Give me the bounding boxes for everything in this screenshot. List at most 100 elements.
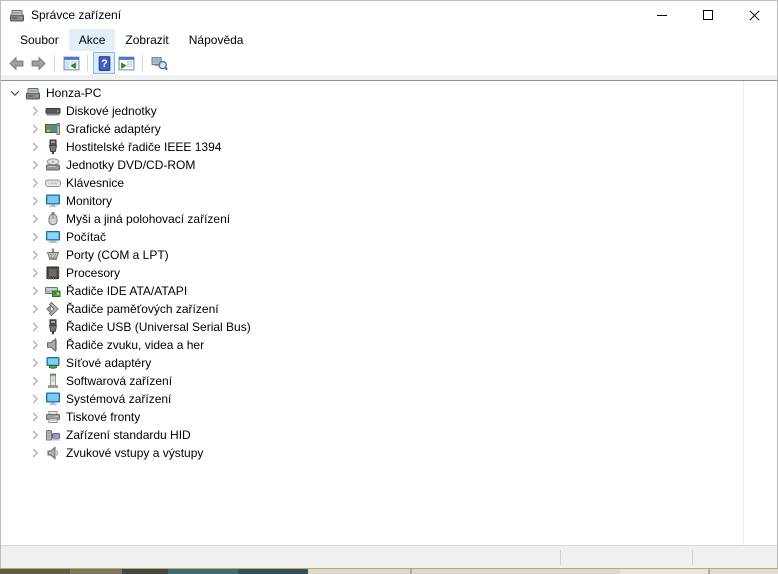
tree-item-label: Síťové adaptéry xyxy=(66,356,152,370)
tree-item-label: Hostitelské řadiče IEEE 1394 xyxy=(66,140,222,154)
tree-item-jednotky-dvd-cd-rom[interactable]: Jednotky DVD/CD-ROM xyxy=(1,156,777,174)
tree-item-diskove-jednotky[interactable]: Diskové jednotky xyxy=(1,102,777,120)
chevron-right-icon[interactable] xyxy=(27,247,43,263)
processor-icon xyxy=(45,265,61,281)
tree-item-radice-zvuku-videa-a-her[interactable]: Řadiče zvuku, videa a her xyxy=(1,336,777,354)
chevron-right-icon[interactable] xyxy=(27,355,43,371)
printer-icon xyxy=(45,409,61,425)
tree-item-label: Počítač xyxy=(66,230,107,244)
console-tree-button[interactable] xyxy=(60,52,82,74)
chevron-right-icon[interactable] xyxy=(27,283,43,299)
help-button[interactable]: ? xyxy=(93,52,115,74)
tree-item-hostitelske-radice-ieee-1394[interactable]: Hostitelské řadiče IEEE 1394 xyxy=(1,138,777,156)
chevron-right-icon[interactable] xyxy=(27,157,43,173)
desktop-background-strip xyxy=(0,568,778,574)
chevron-down-icon[interactable] xyxy=(7,85,23,101)
menu-napoveda[interactable]: Nápověda xyxy=(179,29,254,51)
speaker-icon xyxy=(45,337,61,353)
chevron-right-icon[interactable] xyxy=(27,319,43,335)
tree-item-zarizeni-standardu-hid[interactable]: Zařízení standardu HID xyxy=(1,426,777,444)
usb-icon xyxy=(45,319,61,335)
network-adapter-icon xyxy=(45,355,61,371)
chevron-right-icon[interactable] xyxy=(27,337,43,353)
close-button[interactable] xyxy=(731,1,777,29)
chevron-right-icon[interactable] xyxy=(27,229,43,245)
tree-item-label: Zvukové vstupy a výstupy xyxy=(66,446,204,460)
tree-item-systemova-zarizeni[interactable]: Systémová zařízení xyxy=(1,390,777,408)
chevron-right-icon[interactable] xyxy=(27,373,43,389)
tree-item-procesory[interactable]: Procesory xyxy=(1,264,777,282)
maximize-icon xyxy=(703,10,713,20)
tree-item-label: Řadiče paměťových zařízení xyxy=(66,302,219,316)
tree-item-label: Procesory xyxy=(66,266,121,280)
chevron-right-icon[interactable] xyxy=(27,265,43,281)
svg-text:?: ? xyxy=(101,58,107,70)
tree-item-radice-usb[interactable]: Řadiče USB (Universal Serial Bus) xyxy=(1,318,777,336)
status-bar xyxy=(1,546,777,568)
menu-bar: Soubor Akce Zobrazit Nápověda xyxy=(1,29,777,51)
tree-item-label: Tiskové fronty xyxy=(66,410,141,424)
tree-item-graficke-adaptery[interactable]: Grafické adaptéry xyxy=(1,120,777,138)
tree-item-mysi-a-jina-polohovaci-zarizeni[interactable]: Myši a jiná polohovací zařízení xyxy=(1,210,777,228)
help-icon: ? xyxy=(96,55,113,72)
device-tree[interactable]: Honza-PC Diskové jednotky Grafické adaptér… xyxy=(1,80,777,546)
tree-item-label: Honza-PC xyxy=(46,86,102,100)
keyboard-icon xyxy=(45,175,61,191)
storage-controller-icon xyxy=(45,301,61,317)
cd-drive-icon xyxy=(45,157,61,173)
chevron-right-icon[interactable] xyxy=(27,103,43,119)
menu-zobrazit[interactable]: Zobrazit xyxy=(115,29,178,51)
arrow-right-icon xyxy=(30,55,47,72)
hid-device-icon xyxy=(45,427,61,443)
chevron-right-icon[interactable] xyxy=(27,391,43,407)
tree-item-porty-com-a-lpt[interactable]: Porty (COM a LPT) xyxy=(1,246,777,264)
chevron-right-icon[interactable] xyxy=(27,301,43,317)
tree-item-softwarova-zarizeni[interactable]: Softwarová zařízení xyxy=(1,372,777,390)
chevron-right-icon[interactable] xyxy=(27,121,43,137)
status-separator xyxy=(560,550,561,565)
tree-item-klavesnice[interactable]: Klávesnice xyxy=(1,174,777,192)
tree-item-tiskove-fronty[interactable]: Tiskové fronty xyxy=(1,408,777,426)
properties-icon xyxy=(118,55,135,72)
tree-right-gutter xyxy=(743,81,744,545)
back-button[interactable] xyxy=(5,52,27,74)
chevron-right-icon[interactable] xyxy=(27,409,43,425)
tree-item-radice-pametovych-zarizeni[interactable]: Řadiče paměťových zařízení xyxy=(1,300,777,318)
monitor-icon xyxy=(45,193,61,209)
chevron-right-icon[interactable] xyxy=(27,211,43,227)
device-manager-icon xyxy=(9,7,25,23)
scan-hardware-button[interactable] xyxy=(148,52,170,74)
menu-akce[interactable]: Akce xyxy=(68,29,116,51)
tree-item-pocitac[interactable]: Počítač xyxy=(1,228,777,246)
title-bar: Správce zařízení xyxy=(1,1,777,29)
close-icon xyxy=(748,9,760,21)
tree-item-label: Klávesnice xyxy=(66,176,125,190)
minimize-button[interactable] xyxy=(639,1,685,29)
tree-item-honza-pc[interactable]: Honza-PC xyxy=(1,84,777,102)
chevron-right-icon[interactable] xyxy=(27,445,43,461)
properties-button[interactable] xyxy=(115,52,137,74)
arrow-left-icon xyxy=(8,55,25,72)
tree-item-label: Řadiče USB (Universal Serial Bus) xyxy=(66,320,251,334)
tree-item-monitory[interactable]: Monitory xyxy=(1,192,777,210)
software-device-icon xyxy=(45,373,61,389)
scan-hardware-icon xyxy=(151,55,168,72)
window-title: Správce zařízení xyxy=(31,8,122,22)
chevron-right-icon[interactable] xyxy=(27,175,43,191)
chevron-right-icon[interactable] xyxy=(27,193,43,209)
chevron-right-icon[interactable] xyxy=(27,139,43,155)
menu-soubor[interactable]: Soubor xyxy=(10,29,69,51)
firewire-icon xyxy=(45,139,61,155)
status-separator xyxy=(692,550,693,565)
toolbar-separator xyxy=(54,55,55,71)
tree-item-sitove-adaptery[interactable]: Síťové adaptéry xyxy=(1,354,777,372)
forward-button[interactable] xyxy=(27,52,49,74)
toolbar-separator xyxy=(142,55,143,71)
system-device-icon xyxy=(45,391,61,407)
device-manager-window: Správce zařízení Soubor Akce Zobrazit Nápov… xyxy=(0,0,778,568)
tree-item-zvukove-vstupy-a-vystupy[interactable]: Zvukové vstupy a výstupy xyxy=(1,444,777,462)
console-tree-icon xyxy=(63,55,80,72)
maximize-button[interactable] xyxy=(685,1,731,29)
tree-item-radice-ide-ata-atapi[interactable]: Řadiče IDE ATA/ATAPI xyxy=(1,282,777,300)
chevron-right-icon[interactable] xyxy=(27,427,43,443)
